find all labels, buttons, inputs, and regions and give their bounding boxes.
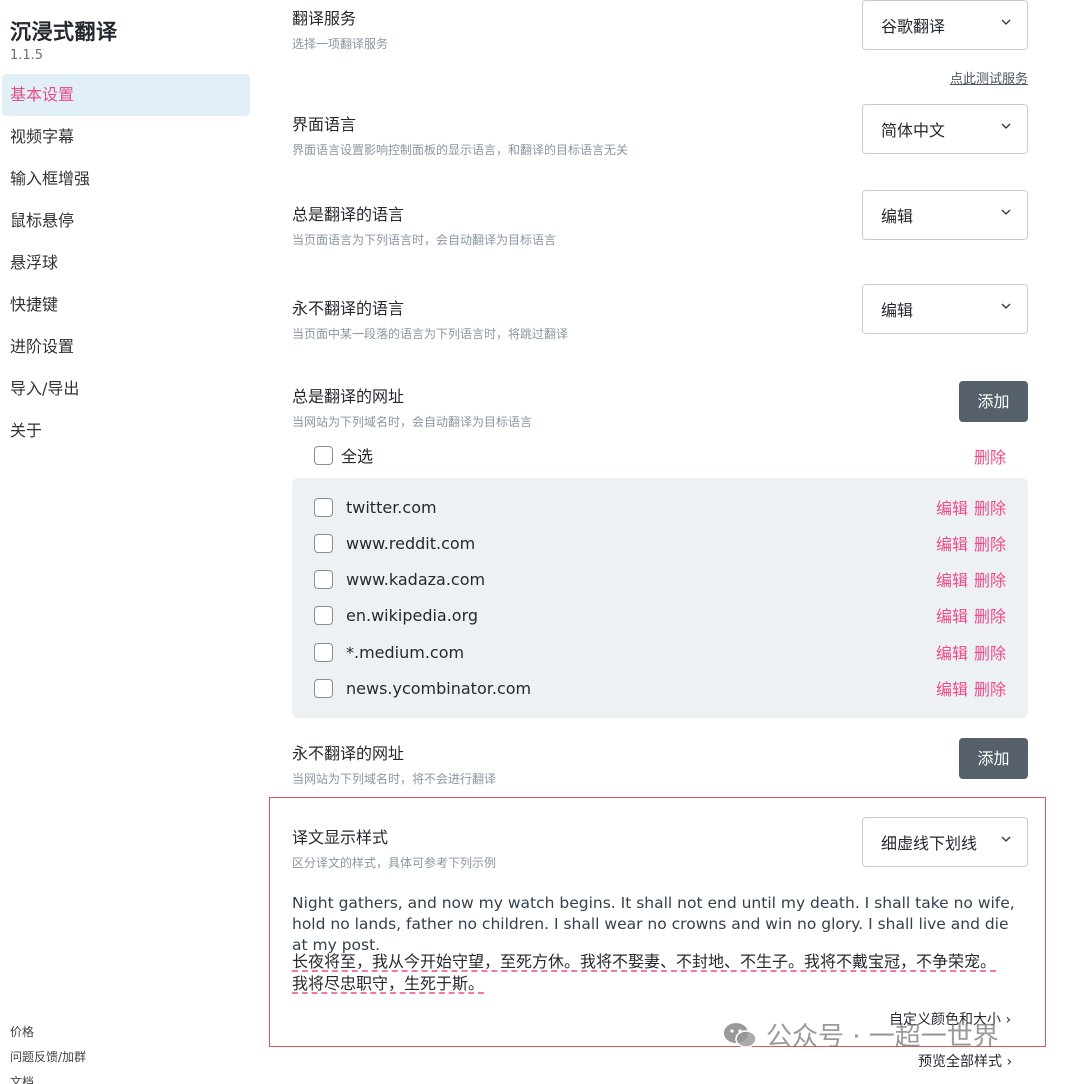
setting-display-style: 译文显示样式 区分译文的样式，具体可参考下列示例 细虚线下划线 — [292, 817, 1028, 871]
example-translated-text: 长夜将至，我从今开始守望，至死方休。我将不娶妻、不封地、不生子。我将不戴宝冠，不… — [292, 951, 1004, 995]
url-actions: 编辑 删除 — [930, 495, 1006, 519]
setting-label: 永不翻译的网址 — [292, 744, 405, 763]
sidebar-item-input-enhance[interactable]: 输入框增强 — [2, 158, 250, 200]
edit-button[interactable]: 编辑 — [936, 644, 968, 663]
translated-text: 长夜将至，我从今开始守望，至死方休。我将不娶妻、不封地、不生子。我将不戴宝冠，不… — [292, 952, 997, 993]
url-actions: 编辑 删除 — [930, 531, 1006, 555]
chevron-down-icon — [1001, 19, 1011, 25]
edit-button[interactable]: 编辑 — [936, 571, 968, 590]
preview-all-styles-link[interactable]: 预览全部样式 › — [918, 1051, 1012, 1071]
delete-button[interactable]: 删除 — [974, 499, 1006, 518]
url-checkbox[interactable] — [314, 678, 333, 698]
url-checkbox[interactable] — [314, 569, 333, 589]
url-text: en.wikipedia.org — [346, 605, 479, 625]
url-text: www.kadaza.com — [346, 569, 486, 589]
url-actions: 编辑 删除 — [930, 567, 1006, 591]
test-service-link[interactable]: 点此测试服务 — [950, 68, 1028, 87]
pricing-link[interactable]: 价格 — [10, 1020, 86, 1045]
url-checkbox[interactable] — [314, 533, 333, 553]
watermark-text: 公众号 · 一超一世界 — [766, 1022, 999, 1052]
sidebar-item-basic[interactable]: 基本设置 — [2, 74, 250, 116]
delete-button[interactable]: 删除 — [974, 607, 1006, 626]
sidebar-nav: 基本设置 视频字幕 输入框增强 鼠标悬停 悬浮球 快捷键 进阶设置 导入/导出 … — [2, 74, 250, 452]
edit-button[interactable]: 编辑 — [936, 535, 968, 554]
delete-button[interactable]: 删除 — [974, 535, 1006, 554]
example-original-text: Night gathers, and now my watch begins. … — [292, 894, 1015, 954]
docs-link[interactable]: 文档 — [10, 1070, 86, 1084]
never-languages-select[interactable]: 编辑 — [862, 284, 1028, 334]
url-text: news.ycombinator.com — [346, 678, 532, 698]
select-value: 编辑 — [881, 207, 914, 226]
list-item: news.ycombinator.com 编辑 删除 — [314, 670, 1006, 706]
url-checkbox[interactable] — [314, 605, 333, 625]
feedback-link[interactable]: 问题反馈/加群 — [10, 1045, 86, 1070]
sidebar-footer: 价格 问题反馈/加群 文档 — [10, 1020, 86, 1084]
url-text: www.reddit.com — [346, 533, 476, 553]
setting-never-translate-languages: 永不翻译的语言 当页面中某一段落的语言为下列语言时，将跳过翻译 编辑 — [292, 284, 1028, 342]
select-value: 简体中文 — [881, 121, 946, 140]
sidebar-item-import-export[interactable]: 导入/导出 — [2, 368, 250, 410]
always-url-list: twitter.com 编辑 删除 www.reddit.com 编辑 删除 www… — [292, 478, 1028, 718]
list-item: www.reddit.com 编辑 删除 — [314, 525, 1006, 561]
service-select[interactable]: 谷歌翻译 — [862, 0, 1028, 50]
url-text: *.medium.com — [346, 642, 465, 662]
add-never-url-button[interactable]: 添加 — [959, 738, 1028, 779]
select-all-checkbox[interactable] — [314, 445, 333, 465]
select-value: 细虚线下划线 — [881, 834, 978, 853]
sidebar-item-shortcuts[interactable]: 快捷键 — [2, 284, 250, 326]
url-checkbox[interactable] — [314, 497, 333, 517]
wechat-icon — [724, 1022, 757, 1048]
url-actions: 编辑 删除 — [930, 603, 1006, 627]
setting-never-translate-urls: 永不翻译的网址 当网站为下列域名时，将不会进行翻译 添加 — [292, 738, 1028, 787]
chevron-down-icon — [1001, 836, 1011, 842]
setting-always-translate-languages: 总是翻译的语言 当页面语言为下列语言时，会自动翻译为目标语言 编辑 — [292, 190, 1028, 248]
display-style-select[interactable]: 细虚线下划线 — [862, 817, 1028, 867]
edit-button[interactable]: 编辑 — [936, 680, 968, 699]
always-languages-select[interactable]: 编辑 — [862, 190, 1028, 240]
list-item: *.medium.com 编辑 删除 — [314, 634, 1006, 670]
chevron-down-icon — [1001, 209, 1011, 215]
setting-desc: 当网站为下列域名时，会自动翻译为目标语言 — [292, 415, 533, 429]
sidebar-item-advanced[interactable]: 进阶设置 — [2, 326, 250, 368]
select-all-label: 全选 — [341, 447, 374, 466]
chevron-down-icon — [1001, 123, 1011, 129]
url-actions: 编辑 删除 — [930, 640, 1006, 664]
sidebar-item-video-subtitles[interactable]: 视频字幕 — [2, 116, 250, 158]
sidebar-item-about[interactable]: 关于 — [2, 410, 250, 452]
app-title: 沉浸式翻译 — [10, 20, 118, 44]
delete-button[interactable]: 删除 — [974, 680, 1006, 699]
delete-button[interactable]: 删除 — [974, 571, 1006, 590]
setting-label: 总是翻译的网址 — [292, 387, 405, 406]
ui-language-select[interactable]: 简体中文 — [862, 104, 1028, 154]
setting-desc: 当网站为下列域名时，将不会进行翻译 — [292, 772, 497, 786]
url-text: twitter.com — [346, 497, 437, 517]
edit-button[interactable]: 编辑 — [936, 607, 968, 626]
setting-always-translate-urls: 总是翻译的网址 当网站为下列域名时，会自动翻译为目标语言 添加 — [292, 381, 1028, 430]
select-value: 谷歌翻译 — [881, 17, 946, 36]
delete-selected-button[interactable]: 删除 — [974, 444, 1006, 468]
setting-translation-service: 翻译服务 选择一项翻译服务 谷歌翻译 点此测试服务 — [292, 0, 1028, 87]
delete-button[interactable]: 删除 — [974, 644, 1006, 663]
sidebar-item-mouse-hover[interactable]: 鼠标悬停 — [2, 200, 250, 242]
chevron-down-icon — [1001, 303, 1011, 309]
app-version: 1.1.5 — [10, 48, 44, 63]
add-always-url-button[interactable]: 添加 — [959, 381, 1028, 422]
url-checkbox[interactable] — [314, 642, 333, 662]
setting-ui-language: 界面语言 界面语言设置影响控制面板的显示语言，和翻译的目标语言无关 简体中文 — [292, 104, 1028, 158]
select-value: 编辑 — [881, 301, 914, 320]
list-item: en.wikipedia.org 编辑 删除 — [314, 597, 1006, 633]
sidebar-item-floating-ball[interactable]: 悬浮球 — [2, 242, 250, 284]
list-item: twitter.com 编辑 删除 — [314, 489, 1006, 525]
list-item: www.kadaza.com 编辑 删除 — [314, 561, 1006, 597]
select-all[interactable]: 全选 — [314, 443, 373, 467]
edit-button[interactable]: 编辑 — [936, 499, 968, 518]
sidebar: 沉浸式翻译 1.1.5 基本设置 视频字幕 输入框增强 鼠标悬停 悬浮球 快捷键… — [0, 0, 256, 1084]
url-actions: 编辑 删除 — [930, 676, 1006, 700]
watermark: 公众号 · 一超一世界 — [722, 1016, 999, 1053]
